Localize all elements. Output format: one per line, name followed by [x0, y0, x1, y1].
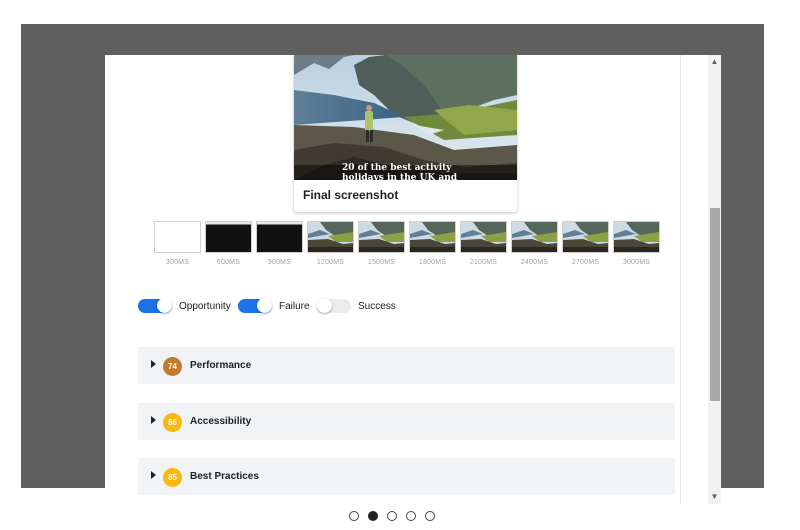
- toggle-failure[interactable]: Failure: [238, 298, 310, 313]
- filmstrip: 300MS 600MS 900MS 1200MS 1500MS 1800MS 2…: [154, 221, 662, 271]
- toggle-switch[interactable]: [317, 298, 351, 313]
- report-content: 20 of the best activity holidays in the …: [105, 55, 708, 504]
- filmstrip-frame-image: [511, 221, 558, 253]
- scroll-down-icon[interactable]: ▼: [708, 490, 721, 504]
- slideshow-stage: 20 of the best activity holidays in the …: [21, 24, 764, 504]
- carousel-dot[interactable]: [425, 511, 435, 521]
- category-best-practices[interactable]: 85 Best Practices: [138, 458, 675, 495]
- filmstrip-frame-time: 1800MS: [418, 259, 447, 266]
- chevron-right-icon: [151, 471, 156, 479]
- filmstrip-frame-image: [358, 221, 405, 253]
- filmstrip-frame-image: [205, 221, 252, 253]
- category-name: Performance: [190, 360, 252, 371]
- category-name: Best Practices: [190, 471, 259, 482]
- vertical-scrollbar[interactable]: ▲ ▼: [708, 55, 721, 504]
- filmstrip-frame[interactable]: 3000MS: [613, 221, 660, 266]
- filmstrip-frame[interactable]: 300MS: [154, 221, 201, 266]
- filmstrip-frame-time: 2400MS: [520, 259, 549, 266]
- filmstrip-frame-time: 1200MS: [316, 259, 345, 266]
- filmstrip-frame[interactable]: 1800MS: [409, 221, 456, 266]
- final-screenshot-overlay-text: 20 of the best activity holidays in the …: [342, 163, 458, 180]
- filmstrip-frame-time: 1500MS: [367, 259, 396, 266]
- toggle-switch[interactable]: [138, 298, 172, 313]
- filmstrip-frame-image: [562, 221, 609, 253]
- toggle-switch[interactable]: [238, 298, 272, 313]
- filmstrip-frame-image: [409, 221, 456, 253]
- final-screenshot-label: Final screenshot: [303, 188, 399, 202]
- toggle-label: Opportunity: [179, 300, 231, 312]
- filmstrip-frame-time: 600MS: [216, 259, 241, 266]
- filmstrip-frame-image: [154, 221, 201, 253]
- carousel-dots: [349, 511, 439, 525]
- final-screenshot-card[interactable]: 20 of the best activity holidays in the …: [294, 55, 517, 212]
- content-divider: [680, 55, 681, 504]
- filmstrip-frame-image: [307, 221, 354, 253]
- filmstrip-frame[interactable]: 1200MS: [307, 221, 354, 266]
- filmstrip-frame[interactable]: 600MS: [205, 221, 252, 266]
- category-accessibility[interactable]: 86 Accessibility: [138, 403, 675, 440]
- carousel-dot-active[interactable]: [368, 511, 378, 521]
- chevron-right-icon: [151, 360, 156, 368]
- toggle-opportunity[interactable]: Opportunity: [138, 298, 231, 313]
- toggle-success[interactable]: Success: [317, 298, 396, 313]
- carousel-dot[interactable]: [387, 511, 397, 521]
- score-badge: 86: [163, 413, 182, 432]
- chevron-right-icon: [151, 416, 156, 424]
- carousel-dot[interactable]: [349, 511, 359, 521]
- scroll-thumb[interactable]: [710, 208, 720, 401]
- filmstrip-frame-time: 900MS: [267, 259, 292, 266]
- filmstrip-frame[interactable]: 2100MS: [460, 221, 507, 266]
- toggle-label: Success: [358, 300, 396, 312]
- filmstrip-frame[interactable]: 1500MS: [358, 221, 405, 266]
- score-badge: 74: [163, 357, 182, 376]
- filmstrip-frame-time: 3000MS: [622, 259, 651, 266]
- filmstrip-frame[interactable]: 2400MS: [511, 221, 558, 266]
- filmstrip-frame[interactable]: 2700MS: [562, 221, 609, 266]
- filmstrip-frame-image: [460, 221, 507, 253]
- final-screenshot-image: 20 of the best activity holidays in the …: [294, 55, 517, 180]
- filmstrip-frame-time: 2700MS: [571, 259, 600, 266]
- filmstrip-frame-image: [256, 221, 303, 253]
- scroll-up-icon[interactable]: ▲: [708, 55, 721, 69]
- filmstrip-frame[interactable]: 900MS: [256, 221, 303, 266]
- category-performance[interactable]: 74 Performance: [138, 347, 675, 384]
- filmstrip-frame-time: 2100MS: [469, 259, 498, 266]
- filmstrip-frame-time: 300MS: [165, 259, 190, 266]
- score-badge: 85: [163, 468, 182, 487]
- toggle-label: Failure: [279, 300, 310, 312]
- report-viewport: 20 of the best activity holidays in the …: [105, 55, 721, 504]
- category-name: Accessibility: [190, 416, 252, 427]
- filmstrip-frame-image: [613, 221, 660, 253]
- carousel-dot[interactable]: [406, 511, 416, 521]
